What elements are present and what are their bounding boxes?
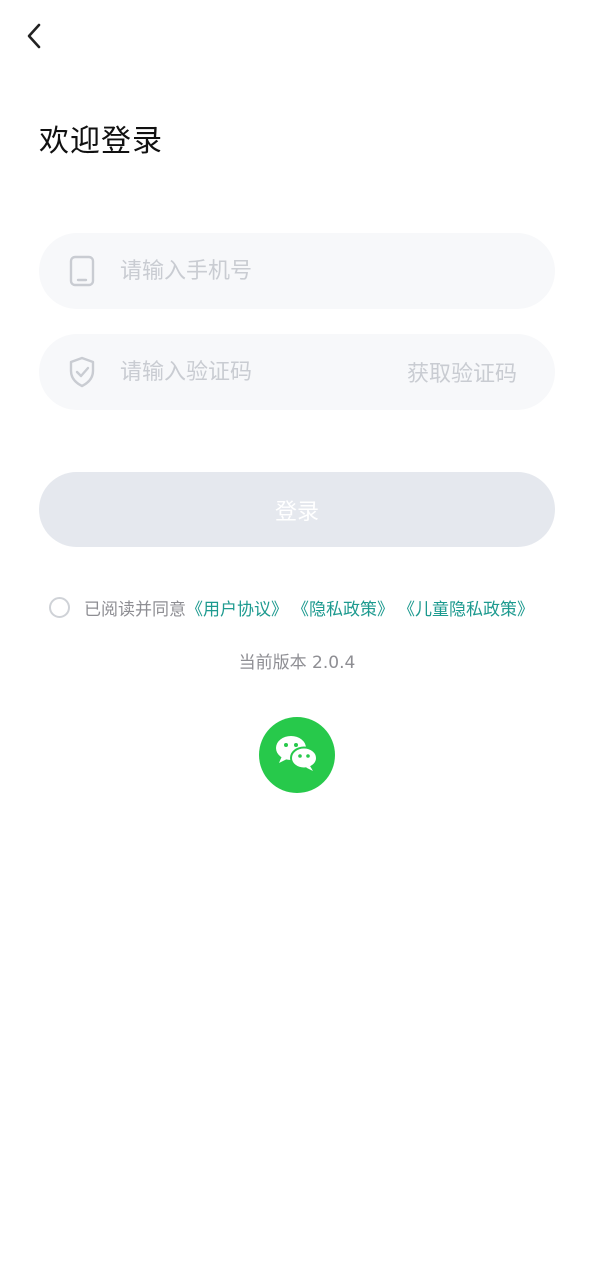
agreement-prefix: 已阅读并同意 (84, 599, 186, 620)
wechat-login-button[interactable] (259, 717, 335, 793)
child-privacy-policy-link[interactable]: 《儿童隐私政策》 (398, 595, 534, 620)
chevron-left-icon (25, 22, 43, 54)
agreement-row: 已阅读并同意 《用户协议》 《隐私政策》 《儿童隐私政策》 (49, 594, 534, 620)
back-button[interactable] (18, 20, 50, 56)
page-title: 欢迎登录 (39, 124, 163, 159)
phone-field[interactable] (39, 233, 555, 309)
privacy-policy-link[interactable]: 《隐私政策》 (292, 595, 394, 620)
login-button[interactable]: 登录 (39, 472, 555, 547)
phone-input[interactable] (120, 233, 520, 309)
version-text: 当前版本 2.0.4 (238, 653, 356, 673)
wechat-icon (274, 733, 320, 777)
code-input[interactable] (120, 334, 390, 410)
shield-check-icon (67, 354, 97, 390)
get-code-button[interactable]: 获取验证码 (407, 356, 517, 388)
code-field[interactable]: 获取验证码 (39, 334, 555, 410)
agreement-checkbox[interactable] (49, 596, 70, 618)
user-agreement-link[interactable]: 《用户协议》 (186, 595, 288, 620)
phone-icon (67, 253, 97, 289)
